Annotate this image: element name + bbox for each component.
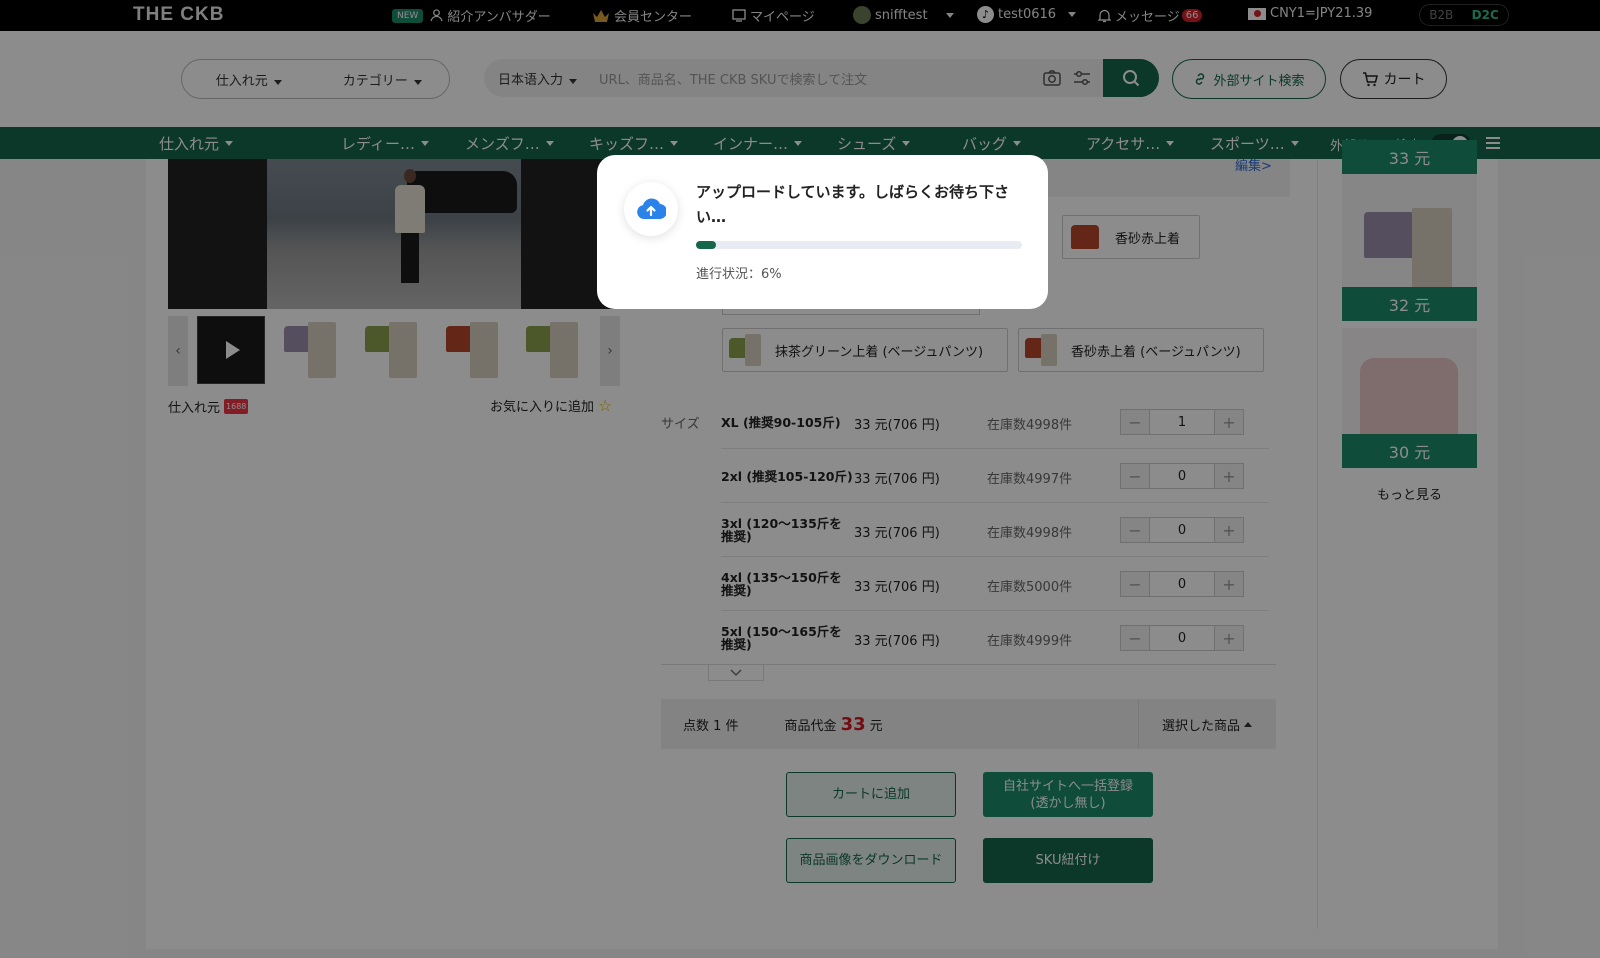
modal-overlay bbox=[0, 0, 1600, 958]
upload-progress-modal: アップロードしています。しばらくお待ち下さい… 進行状況：6% bbox=[597, 155, 1048, 309]
cloud-upload-icon bbox=[637, 198, 666, 220]
progress-bar bbox=[696, 241, 1022, 249]
progress-text: 進行状況：6% bbox=[696, 267, 782, 282]
modal-title: アップロードしています。しばらくお待ち下さい… bbox=[696, 183, 1010, 226]
progress-fill bbox=[696, 241, 716, 249]
upload-icon-wrap bbox=[624, 182, 678, 236]
